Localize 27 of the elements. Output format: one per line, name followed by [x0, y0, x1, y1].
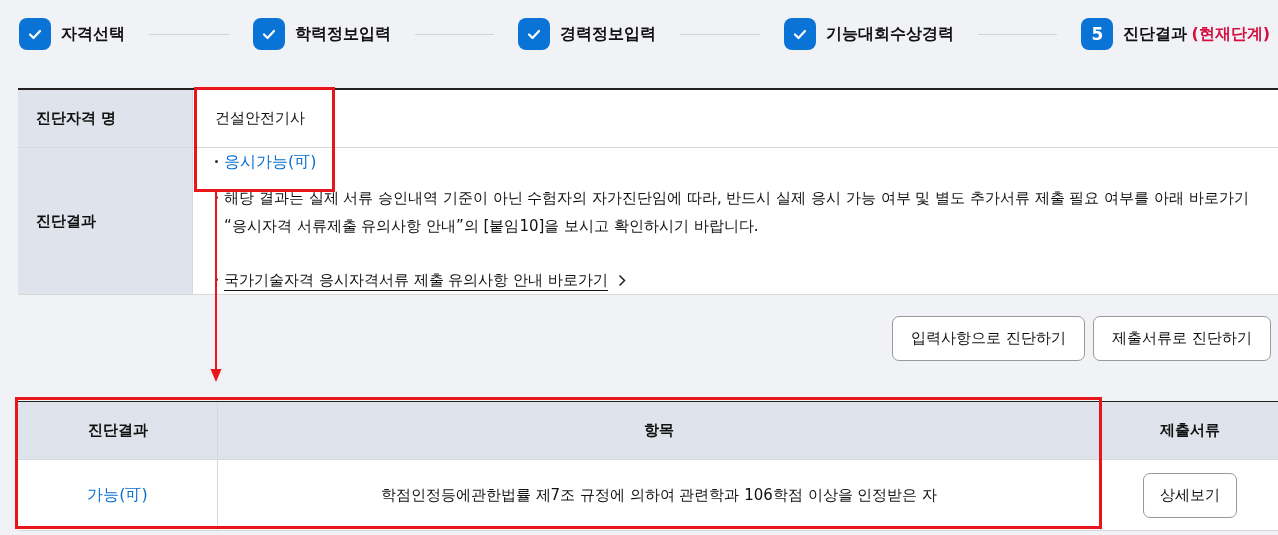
column-header: 진단결과	[18, 402, 218, 459]
detail-button[interactable]: 상세보기	[1142, 472, 1237, 518]
check-icon	[261, 28, 276, 40]
check-icon	[792, 28, 807, 40]
step-label: 기능대회수상경력	[825, 23, 954, 45]
notice-text: 해당 결과는 실제 서류 승인내역 기준이 아닌 수험자의 자가진단임에 따라, 반드시 실제 응시 가능 여부 및 별도 추가서류 제출 필요 여부를 아래 바로가기 “응시자격 서류제출 유의사항 안내”의 [붙임10]을 보시고 확인하시기 바랍니다.	[224, 188, 1250, 237]
guide-link[interactable]: 국가기술자격 응시자격서류 제출 유의사항 안내 바로가기	[224, 266, 608, 294]
diagnose-button[interactable]: 제출서류로 진단하기	[1093, 316, 1271, 361]
result-status: 응시가능(可)	[224, 151, 317, 173]
bullet-icon	[215, 160, 218, 163]
step-label: 자격선택	[61, 23, 125, 45]
check-icon	[28, 28, 42, 40]
step-number: 5	[1091, 24, 1104, 44]
diagnose-button[interactable]: 입력사항으로 진단하기	[892, 316, 1086, 361]
step-label: 경력정보입력	[560, 23, 657, 45]
column-header: 항목	[218, 402, 1101, 459]
column-header: 제출서류	[1158, 420, 1221, 441]
check-icon	[527, 28, 542, 40]
table-cell: 가능(可)	[18, 460, 218, 530]
qualification-name: 건설안전기사	[215, 109, 305, 128]
row-header: 진단자격 명	[18, 90, 193, 147]
chevron-right-icon	[617, 274, 626, 287]
step-label: 진단결과	[1123, 23, 1188, 45]
row-header: 진단결과	[18, 148, 193, 294]
current-step-note: (현재단계)	[1191, 23, 1270, 45]
table-cell: 학점인정등에관한법률 제7조 규정에 의하여 관련학과 106학점 이상을 인정받은 자	[218, 460, 1101, 530]
step-label: 학력정보입력	[294, 23, 391, 45]
